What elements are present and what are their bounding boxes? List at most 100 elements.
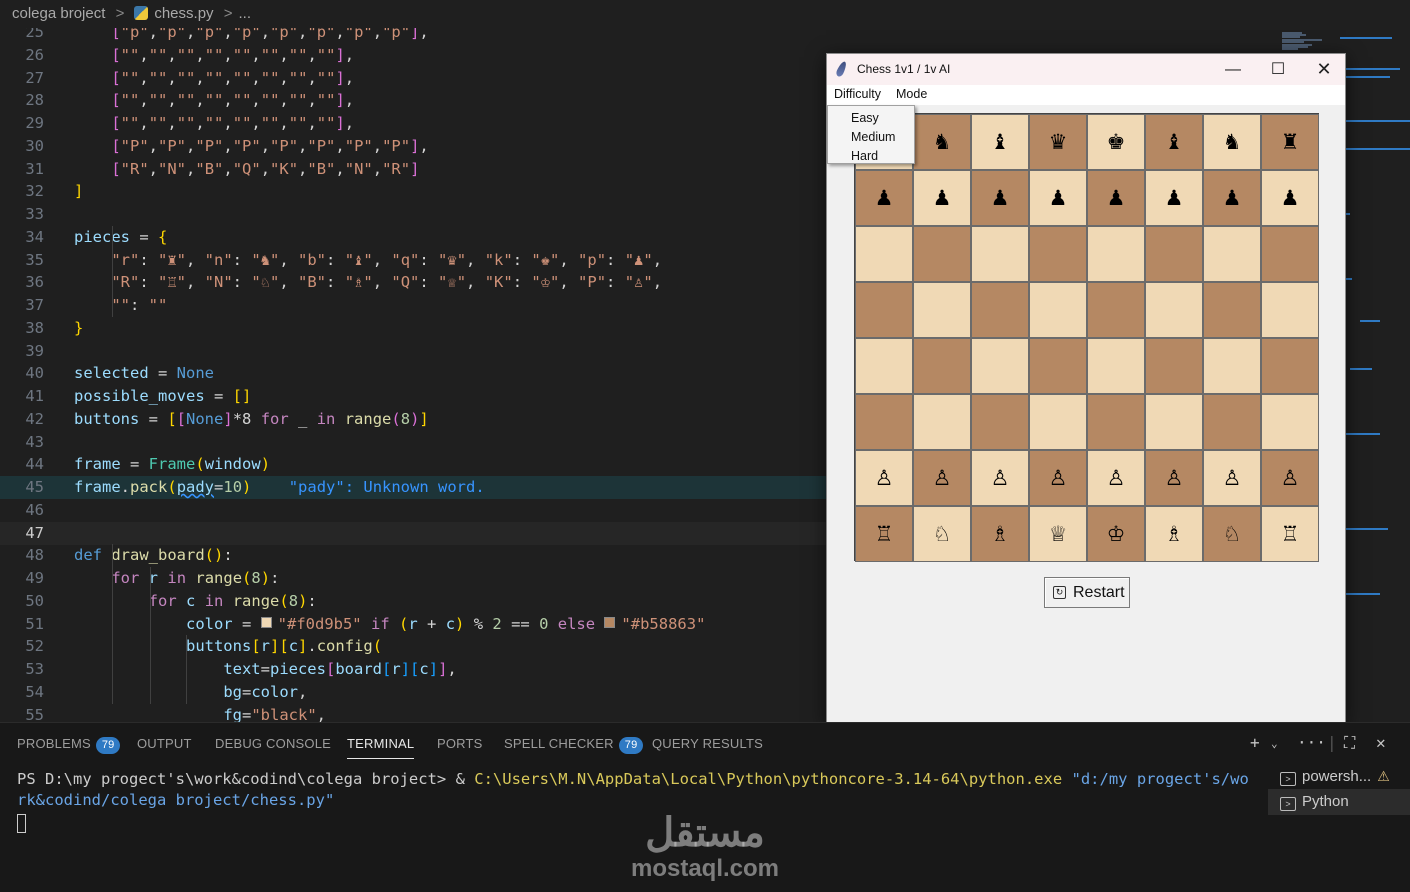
board-square[interactable]: ♟ (1261, 170, 1319, 226)
board-square[interactable] (971, 226, 1029, 282)
board-square[interactable] (1087, 394, 1145, 450)
board-square[interactable] (1029, 338, 1087, 394)
board-square[interactable]: ♔ (1087, 506, 1145, 562)
board-square[interactable]: ♞ (913, 114, 971, 170)
more-actions-icon[interactable]: ··· (1297, 733, 1326, 752)
minimize-button[interactable]: — (1210, 54, 1256, 85)
window-titlebar[interactable]: Chess 1v1 / 1v AI — ☐ ✕ (827, 54, 1345, 85)
board-square[interactable]: ♟ (855, 170, 913, 226)
board-square[interactable] (1203, 226, 1261, 282)
restart-button[interactable]: ↻ Restart (1044, 577, 1130, 608)
board-square[interactable] (971, 394, 1029, 450)
board-square[interactable] (1087, 226, 1145, 282)
board-square[interactable]: ♟ (971, 170, 1029, 226)
tab-output[interactable]: OUTPUT (137, 736, 192, 751)
tab-problems[interactable]: PROBLEMS 79 (17, 736, 121, 754)
board-square[interactable]: ♙ (1261, 450, 1319, 506)
board-square[interactable] (913, 338, 971, 394)
board-square[interactable] (1029, 394, 1087, 450)
board-square[interactable] (1029, 226, 1087, 282)
board-square[interactable]: ♟ (1087, 170, 1145, 226)
chess-window[interactable]: Chess 1v1 / 1v AI — ☐ ✕ Difficulty Mode … (826, 53, 1346, 723)
tab-spell-checker[interactable]: SPELL CHECKER 79 (504, 736, 644, 754)
indent-guide (112, 544, 113, 704)
board-square[interactable] (971, 338, 1029, 394)
board-square[interactable] (913, 282, 971, 338)
board-square[interactable]: ♙ (1203, 450, 1261, 506)
close-button[interactable]: ✕ (1301, 54, 1347, 85)
board-square[interactable] (855, 226, 913, 282)
board-square[interactable] (855, 282, 913, 338)
close-panel-icon[interactable]: ✕ (1376, 733, 1386, 752)
board-square[interactable] (1261, 394, 1319, 450)
menu-item-medium[interactable]: Medium (851, 130, 895, 144)
board-square[interactable] (1087, 282, 1145, 338)
new-terminal-icon[interactable]: + (1250, 733, 1260, 752)
board-square[interactable] (913, 394, 971, 450)
maximize-panel-icon[interactable]: ⛶ (1344, 733, 1355, 753)
board-square[interactable] (1145, 394, 1203, 450)
menu-item-hard[interactable]: Hard (851, 149, 878, 163)
board-square[interactable]: ♞ (1203, 114, 1261, 170)
board-square[interactable] (971, 282, 1029, 338)
terminal-instance[interactable]: > Python (1268, 789, 1410, 815)
board-square[interactable]: ♗ (971, 506, 1029, 562)
board-square[interactable]: ♙ (1087, 450, 1145, 506)
board-square[interactable] (1145, 282, 1203, 338)
board-square[interactable] (855, 338, 913, 394)
tab-terminal[interactable]: TERMINAL (347, 736, 415, 759)
board-square[interactable]: ♙ (1145, 450, 1203, 506)
board-square[interactable]: ♗ (1145, 506, 1203, 562)
code-text: possible_moves = [] (74, 385, 251, 408)
menu-difficulty[interactable]: Difficulty (834, 87, 881, 101)
board-square[interactable]: ♙ (913, 450, 971, 506)
tab-debug-console[interactable]: DEBUG CONSOLE (215, 736, 331, 751)
board-square[interactable]: ♝ (971, 114, 1029, 170)
terminal-instance[interactable]: > powersh... ⚠ (1268, 763, 1410, 789)
board-square[interactable]: ♛ (1029, 114, 1087, 170)
maximize-button[interactable]: ☐ (1255, 54, 1301, 85)
board-square[interactable]: ♟ (1029, 170, 1087, 226)
board-square[interactable] (1145, 338, 1203, 394)
board-square[interactable]: ♟ (1145, 170, 1203, 226)
breadcrumb-file[interactable]: chess.py (154, 5, 213, 22)
board-square[interactable] (1261, 226, 1319, 282)
board-square[interactable]: ♟ (913, 170, 971, 226)
board-square[interactable]: ♖ (1261, 506, 1319, 562)
board-square[interactable] (913, 226, 971, 282)
board-square[interactable]: ♚ (1087, 114, 1145, 170)
board-square[interactable] (1261, 338, 1319, 394)
board-square[interactable] (1203, 282, 1261, 338)
menu-mode[interactable]: Mode (896, 87, 927, 101)
board-square[interactable] (1029, 282, 1087, 338)
code-token: "" (120, 91, 140, 110)
menu-item-easy[interactable]: Easy (851, 111, 879, 125)
board-square[interactable]: ♝ (1145, 114, 1203, 170)
tab-query-results[interactable]: QUERY RESULTS (652, 736, 763, 751)
code-token: "" (316, 91, 336, 110)
board-square[interactable]: ♖ (855, 506, 913, 562)
board-square[interactable] (1261, 282, 1319, 338)
board-square[interactable]: ♙ (855, 450, 913, 506)
code-token: "" (176, 45, 196, 64)
board-square[interactable]: ♜ (1261, 114, 1319, 170)
board-square[interactable]: ♘ (913, 506, 971, 562)
board-square[interactable] (1203, 338, 1261, 394)
breadcrumb-folder[interactable]: colega broject (12, 5, 105, 22)
board-square[interactable]: ♟ (1203, 170, 1261, 226)
board-square[interactable] (1087, 338, 1145, 394)
code-token: , (223, 159, 233, 178)
board-square[interactable] (1145, 226, 1203, 282)
tab-ports[interactable]: PORTS (437, 736, 483, 751)
board-square[interactable] (855, 394, 913, 450)
board-square[interactable]: ♕ (1029, 506, 1087, 562)
board-square[interactable] (1203, 394, 1261, 450)
chevron-down-icon[interactable]: ⌄ (1271, 737, 1278, 750)
board-square[interactable]: ♙ (1029, 450, 1087, 506)
board-square[interactable]: ♘ (1203, 506, 1261, 562)
breadcrumb-more[interactable]: ... (238, 5, 251, 22)
board-square[interactable]: ♙ (971, 450, 1029, 506)
